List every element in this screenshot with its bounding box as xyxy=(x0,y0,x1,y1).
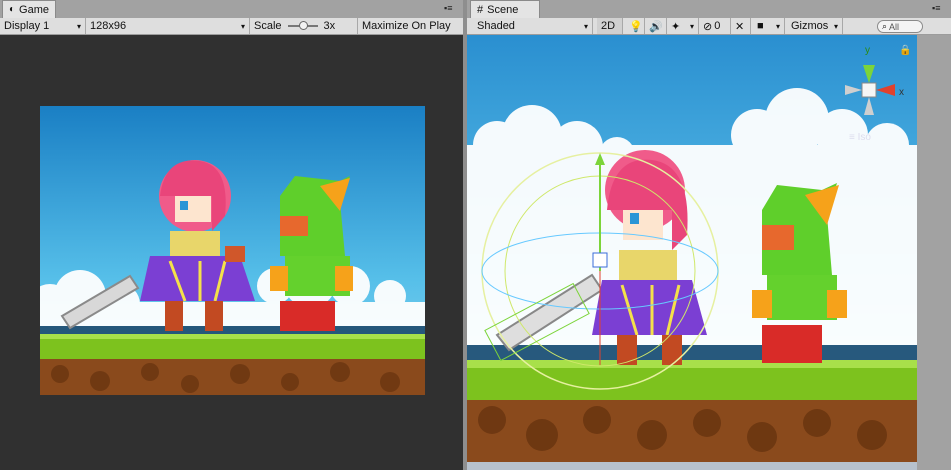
shading-mode-label: Shaded xyxy=(477,20,515,32)
game-panel-menu-icon[interactable]: ▪≡ xyxy=(444,3,452,13)
scale-control: Scale 3x xyxy=(250,18,358,34)
scale-label: Scale xyxy=(254,20,282,32)
search-placeholder: All xyxy=(889,21,900,32)
scene-search[interactable]: ⌕ All xyxy=(877,20,923,33)
scene-toolbar: Shaded ▾ 2D 💡 🔊 ✦ ▾ ⊘ 0 ✕ ■ ▾ Gizmos ▾ ⌕… xyxy=(467,18,951,35)
resolution-dropdown[interactable]: 128x96 ▾ xyxy=(86,18,250,34)
scale-slider[interactable] xyxy=(287,21,318,30)
maximize-on-play-label: Maximize On Play xyxy=(362,20,451,32)
mode-2d-toggle[interactable]: 2D xyxy=(597,18,623,34)
camera-dropdown[interactable]: ■ ▾ xyxy=(753,18,785,34)
camera-icon: ■ xyxy=(757,20,764,32)
game-render xyxy=(40,106,425,395)
lighting-toggle[interactable]: 💡 xyxy=(625,18,645,34)
orientation-gizmo[interactable]: y x xyxy=(829,43,909,133)
game-tab-label: Game xyxy=(19,3,50,16)
game-toolbar: Display 1 ▾ 128x96 ▾ Scale 3x Maximize O… xyxy=(0,18,463,35)
chevron-down-icon: ▾ xyxy=(689,21,694,31)
game-tab[interactable]: ◐ Game xyxy=(2,0,56,18)
mode-2d-label: 2D xyxy=(601,20,616,32)
chevron-down-icon: ▾ xyxy=(583,21,588,31)
shading-mode-dropdown[interactable]: Shaded ▾ xyxy=(473,18,593,34)
chevron-down-icon: ▾ xyxy=(775,21,780,31)
scene-view: y x 🔒 ≡ Iso xyxy=(467,35,951,470)
chevron-down-icon: ▾ xyxy=(833,21,838,31)
tools-icon: ✕ xyxy=(735,20,745,33)
speaker-icon: 🔊 xyxy=(649,20,663,33)
chevron-down-icon: ▾ xyxy=(76,21,81,31)
display-dropdown-label: Display 1 xyxy=(4,20,50,32)
projection-label: Iso xyxy=(857,132,871,143)
scale-slider-thumb[interactable] xyxy=(298,21,308,30)
display-dropdown[interactable]: Display 1 ▾ xyxy=(0,18,86,34)
axis-x-label: x xyxy=(899,87,904,98)
scene-border xyxy=(917,35,951,470)
maximize-on-play-toggle[interactable]: Maximize On Play xyxy=(358,18,463,34)
projection-toggle[interactable]: ≡ Iso xyxy=(849,132,871,143)
chevron-down-icon: ▾ xyxy=(240,21,245,31)
scene-panel-menu-icon[interactable]: ▪≡ xyxy=(932,3,940,13)
tools-toggle[interactable]: ✕ xyxy=(731,18,751,34)
gizmos-dropdown[interactable]: Gizmos ▾ xyxy=(787,18,843,34)
axis-y-label: y xyxy=(865,45,870,56)
resolution-dropdown-label: 128x96 xyxy=(90,20,127,32)
lightbulb-icon: 💡 xyxy=(629,20,643,33)
search-icon: ⌕ xyxy=(882,21,888,31)
effects-icon: ✦ xyxy=(671,20,681,33)
scale-value: 3x xyxy=(323,20,336,32)
game-tabbar xyxy=(0,0,463,18)
hidden-count: 0 xyxy=(714,20,721,32)
scene-tab[interactable]: # Scene xyxy=(470,0,540,18)
game-tab-icon: ◐ xyxy=(9,4,16,15)
projection-icon: ≡ xyxy=(849,132,858,143)
scene-tab-label: Scene xyxy=(487,3,519,16)
scene-lock-icon[interactable]: 🔒 xyxy=(899,45,911,56)
scene-tab-icon: # xyxy=(477,3,484,16)
hidden-objects-toggle[interactable]: ⊘ 0 xyxy=(699,18,731,34)
eye-slash-icon: ⊘ xyxy=(703,20,713,33)
effects-dropdown[interactable]: ✦ ▾ xyxy=(667,18,699,34)
game-view xyxy=(0,35,463,470)
gizmos-label: Gizmos xyxy=(791,20,829,32)
audio-toggle[interactable]: 🔊 xyxy=(645,18,667,34)
